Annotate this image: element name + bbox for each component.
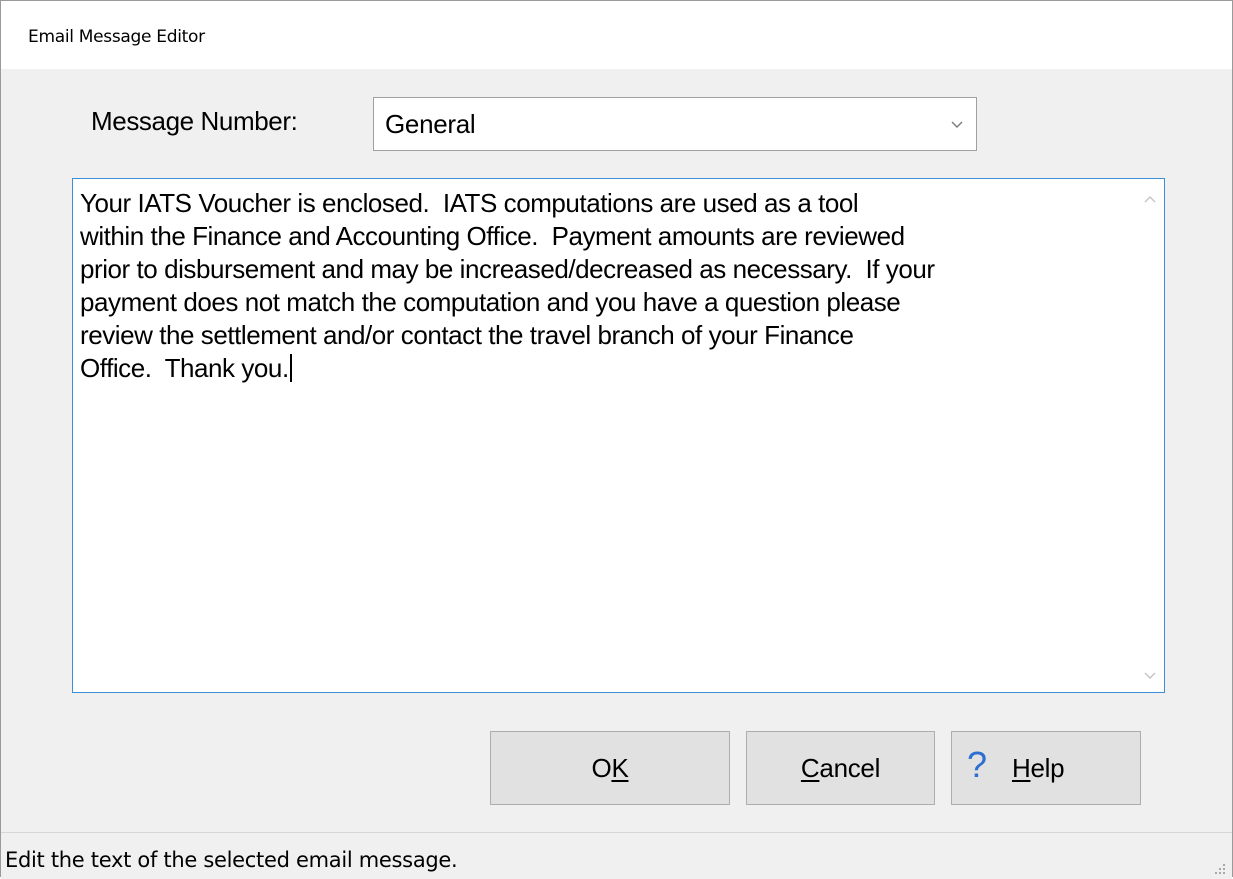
window-title: Email Message Editor <box>28 27 205 47</box>
help-label: Help <box>1012 732 1065 804</box>
message-number-label: Message Number: <box>91 106 298 136</box>
ok-button[interactable]: OK <box>490 731 730 805</box>
message-number-dropdown[interactable]: General <box>373 97 977 151</box>
cancel-button[interactable]: Cancel <box>746 731 935 805</box>
status-bar: Edit the text of the selected email mess… <box>1 832 1232 879</box>
message-number-value: General <box>385 109 476 139</box>
cancel-label-rest: ancel <box>819 753 881 783</box>
message-text-area[interactable]: Your IATS Voucher is enclosed. IATS comp… <box>72 178 1165 693</box>
message-text: Your IATS Voucher is enclosed. IATS comp… <box>80 188 935 383</box>
help-button[interactable]: ? Help <box>951 731 1141 805</box>
chevron-down-icon[interactable] <box>950 117 964 131</box>
email-message-editor-window: Email Message Editor Message Number: Gen… <box>0 0 1233 879</box>
scroll-down-icon[interactable] <box>1143 668 1157 682</box>
status-text: Edit the text of the selected email mess… <box>5 848 458 872</box>
question-mark-icon: ? <box>967 744 987 785</box>
cancel-label-accelerator: C <box>800 753 820 783</box>
text-caret <box>289 354 292 382</box>
vertical-scrollbar[interactable] <box>1136 179 1164 692</box>
title-bar[interactable]: Email Message Editor <box>1 1 1232 69</box>
scroll-up-icon[interactable] <box>1143 193 1157 207</box>
ok-label-prefix: O <box>591 753 612 783</box>
help-label-rest: elp <box>1030 753 1065 783</box>
ok-label-accelerator: K <box>611 753 629 783</box>
help-label-accelerator: H <box>1012 753 1031 783</box>
resize-grip-icon[interactable] <box>1212 861 1226 875</box>
